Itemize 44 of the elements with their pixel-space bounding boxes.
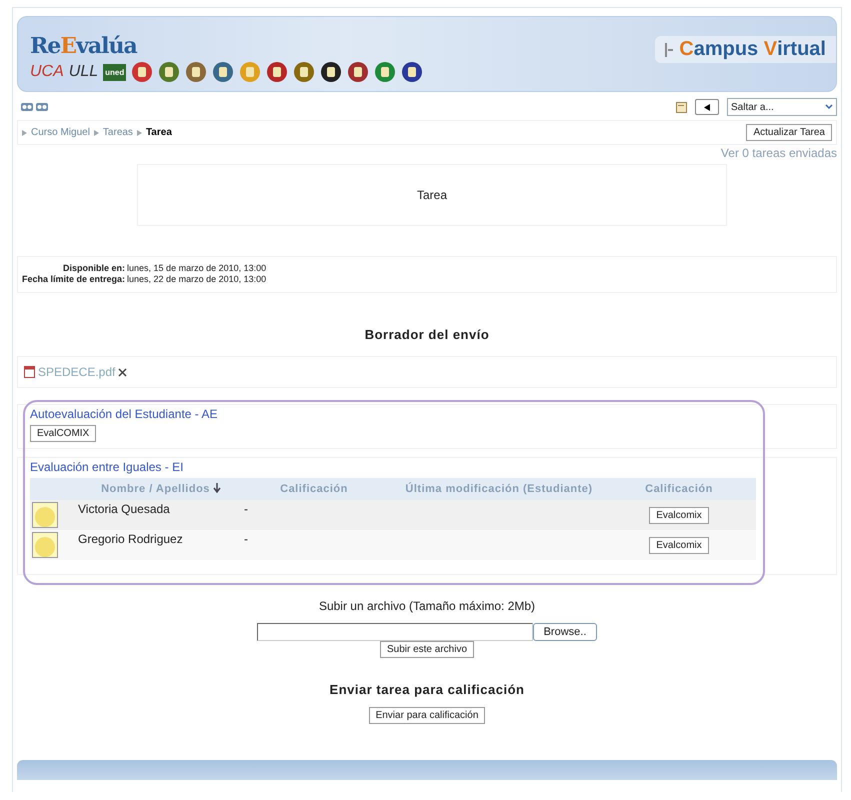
triangle-icon bbox=[94, 130, 99, 136]
left-arrow-icon bbox=[704, 104, 710, 110]
document-icon[interactable] bbox=[676, 102, 687, 112]
submit-button[interactable]: Enviar para calificación bbox=[368, 707, 486, 724]
draft-heading: Borrador del envío bbox=[364, 327, 490, 342]
chevron-down-icon bbox=[825, 104, 833, 110]
grade-cell-text: - bbox=[244, 501, 249, 516]
sort-arrow-icon[interactable] bbox=[212, 483, 221, 493]
pdf-file-icon bbox=[24, 366, 35, 378]
browse-button[interactable]: Browse.. bbox=[532, 623, 598, 641]
date-value: lunes, 22 de marzo de 2010, 13:00 bbox=[127, 274, 266, 284]
student-name: Gregorio Rodriguez bbox=[77, 531, 184, 546]
back-button[interactable] bbox=[695, 99, 719, 115]
section-title: Autoevaluación del Estudiante - AE bbox=[30, 407, 218, 421]
brand-logo: ReEvalúa bbox=[30, 33, 138, 59]
avatar-icon bbox=[32, 532, 58, 558]
file-input-field[interactable] bbox=[256, 623, 533, 641]
upload-button[interactable]: Subir este archivo bbox=[380, 641, 474, 658]
submit-heading: Enviar tarea para calificación bbox=[330, 682, 524, 697]
triangle-icon bbox=[136, 130, 142, 136]
student-name: Victoria Quesada bbox=[77, 501, 171, 516]
breadcrumb-link[interactable]: Curso Miguel bbox=[31, 127, 90, 138]
date-value: lunes, 15 de marzo de 2010, 13:00 bbox=[127, 263, 266, 273]
avatar-icon bbox=[32, 502, 58, 528]
date-label: Fecha límite de entrega: bbox=[22, 274, 126, 284]
glasses-icon[interactable] bbox=[36, 102, 48, 112]
evalcomix-button[interactable]: Evalcomix bbox=[649, 536, 709, 554]
grade-cell-text: - bbox=[244, 531, 249, 546]
university-logo: UCA bbox=[30, 63, 64, 81]
triangle-icon bbox=[22, 130, 27, 136]
jump-select[interactable]: Saltar a... bbox=[727, 98, 837, 116]
date-label: Disponible en: bbox=[62, 263, 126, 273]
update-task-button[interactable]: Actualizar Tarea bbox=[746, 124, 832, 141]
university-logo: ULL bbox=[68, 63, 98, 81]
campus-virtual-logo: Campus Virtual bbox=[655, 36, 836, 63]
upload-label: Subir un archivo (Tamaño máximo: 2Mb) bbox=[318, 599, 536, 613]
task-title: Tarea bbox=[416, 188, 448, 202]
breadcrumb-link[interactable]: Tareas bbox=[102, 127, 133, 138]
glasses-icon[interactable] bbox=[21, 102, 33, 112]
section-title: Evaluación entre Iguales - EI bbox=[30, 460, 184, 474]
evalcomix-button[interactable]: EvalCOMIX bbox=[30, 425, 96, 442]
university-logo: uned bbox=[103, 64, 126, 80]
evalcomix-button[interactable]: Evalcomix bbox=[649, 506, 709, 524]
delete-icon[interactable] bbox=[118, 368, 128, 376]
